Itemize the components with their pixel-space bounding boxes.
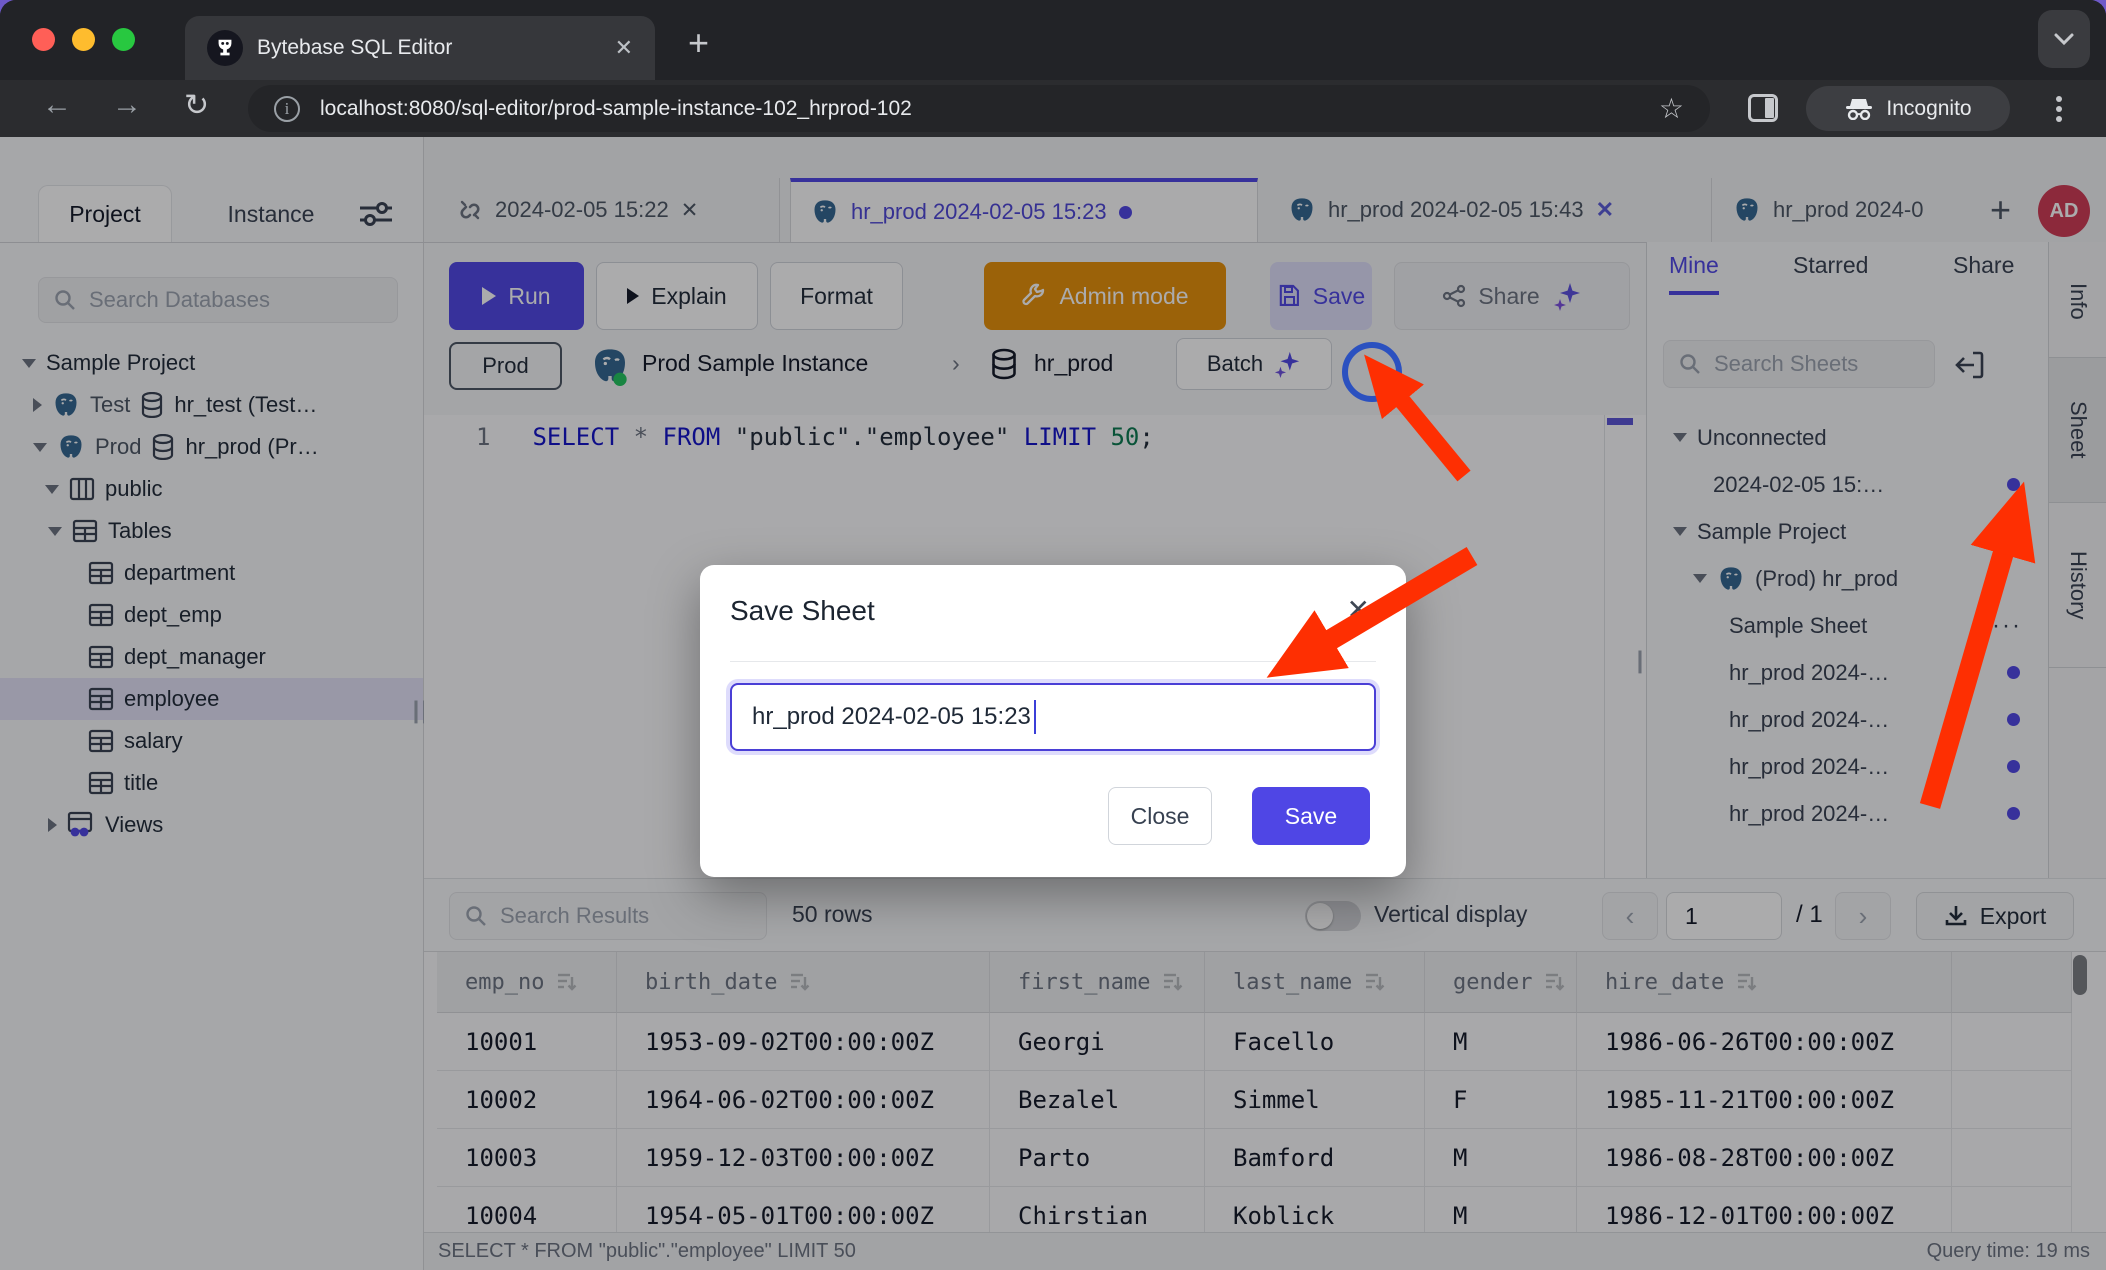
bookmark-star-icon[interactable]: ☆	[1659, 92, 1684, 125]
browser-menu-icon[interactable]	[2056, 92, 2062, 126]
incognito-label: Incognito	[1886, 97, 1971, 121]
site-info-icon[interactable]: i	[274, 96, 300, 122]
incognito-icon	[1844, 98, 1874, 120]
url-text[interactable]: localhost:8080/sql-editor/prod-sample-in…	[320, 97, 1639, 121]
new-tab-button[interactable]: +	[688, 22, 709, 64]
text-caret	[1034, 700, 1036, 734]
dialog-title: Save Sheet	[730, 595, 875, 627]
close-tab-icon[interactable]: ✕	[615, 35, 633, 61]
reload-icon[interactable]: ↻	[184, 88, 209, 123]
address-bar[interactable]: i localhost:8080/sql-editor/prod-sample-…	[248, 85, 1710, 132]
bytebase-favicon	[207, 30, 243, 66]
minimize-window-button[interactable]	[72, 28, 95, 51]
chevron-down-icon	[2053, 32, 2075, 46]
browser-tab-strip: Bytebase SQL Editor ✕ +	[0, 0, 2106, 80]
dialog-divider	[730, 661, 1376, 662]
forward-icon[interactable]: →	[112, 88, 142, 122]
browser-tab[interactable]: Bytebase SQL Editor ✕	[185, 16, 655, 80]
save-sheet-dialog: Save Sheet ✕ Close Save	[700, 565, 1406, 877]
browser-tab-title: Bytebase SQL Editor	[257, 36, 601, 60]
browser-toolbar: ← → ↻ i localhost:8080/sql-editor/prod-s…	[0, 80, 2106, 137]
sheet-name-input[interactable]	[730, 683, 1376, 751]
screenshot-root: Bytebase SQL Editor ✕ + ← → ↻ i localhos…	[0, 0, 2106, 1270]
dialog-close-button[interactable]: Close	[1108, 787, 1212, 845]
close-window-button[interactable]	[32, 28, 55, 51]
tab-search-button[interactable]	[2038, 10, 2090, 68]
maximize-window-button[interactable]	[112, 28, 135, 51]
dialog-save-button[interactable]: Save	[1252, 787, 1370, 845]
back-icon[interactable]: ←	[42, 88, 72, 122]
side-panel-icon[interactable]	[1748, 94, 1778, 122]
incognito-badge: Incognito	[1806, 86, 2010, 131]
dialog-close-icon[interactable]: ✕	[1347, 593, 1370, 626]
